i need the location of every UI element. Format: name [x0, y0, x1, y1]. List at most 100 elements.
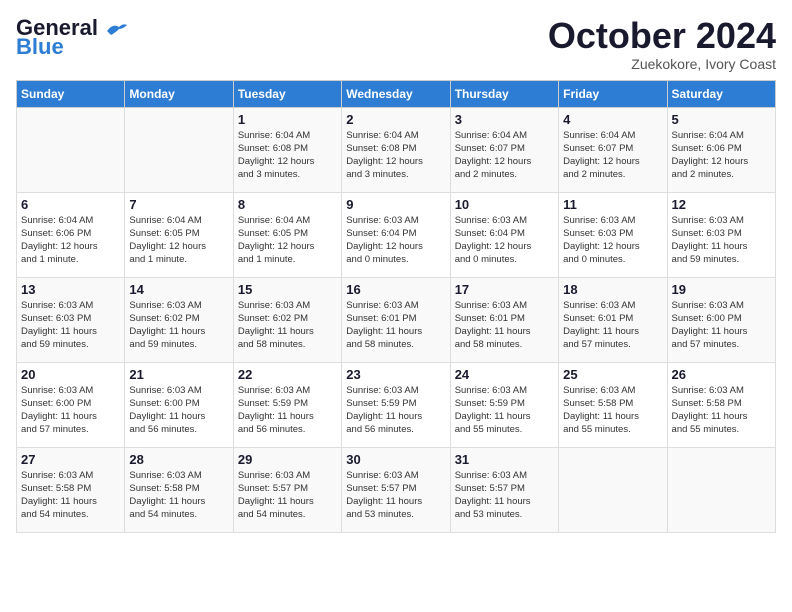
day-info: Sunrise: 6:03 AM Sunset: 5:57 PM Dayligh…: [346, 469, 445, 522]
day-info: Sunrise: 6:03 AM Sunset: 5:58 PM Dayligh…: [672, 384, 771, 437]
calendar-day-cell: 1 Sunrise: 6:04 AM Sunset: 6:08 PM Daylig…: [233, 107, 341, 192]
day-info: Sunrise: 6:03 AM Sunset: 6:04 PM Dayligh…: [346, 214, 445, 267]
calendar-header-cell: Friday: [559, 80, 667, 107]
day-info: Sunrise: 6:03 AM Sunset: 6:01 PM Dayligh…: [346, 299, 445, 352]
day-number: 23: [346, 367, 445, 382]
day-number: 31: [455, 452, 554, 467]
calendar-header-cell: Monday: [125, 80, 233, 107]
day-info: Sunrise: 6:03 AM Sunset: 6:00 PM Dayligh…: [672, 299, 771, 352]
day-info: Sunrise: 6:04 AM Sunset: 6:08 PM Dayligh…: [346, 129, 445, 182]
day-info: Sunrise: 6:03 AM Sunset: 5:58 PM Dayligh…: [21, 469, 120, 522]
calendar-day-cell: 17 Sunrise: 6:03 AM Sunset: 6:01 PM Dayli…: [450, 277, 558, 362]
day-info: Sunrise: 6:03 AM Sunset: 6:04 PM Dayligh…: [455, 214, 554, 267]
day-number: 20: [21, 367, 120, 382]
day-info: Sunrise: 6:04 AM Sunset: 6:06 PM Dayligh…: [21, 214, 120, 267]
day-number: 10: [455, 197, 554, 212]
calendar-day-cell: 2 Sunrise: 6:04 AM Sunset: 6:08 PM Daylig…: [342, 107, 450, 192]
day-info: Sunrise: 6:04 AM Sunset: 6:07 PM Dayligh…: [455, 129, 554, 182]
calendar-day-cell: 15Sunrise: 6:03 AM Sunset: 6:02 PM Dayli…: [233, 277, 341, 362]
day-info: Sunrise: 6:04 AM Sunset: 6:07 PM Dayligh…: [563, 129, 662, 182]
day-number: 4: [563, 112, 662, 127]
day-info: Sunrise: 6:03 AM Sunset: 5:59 PM Dayligh…: [346, 384, 445, 437]
day-number: 5: [672, 112, 771, 127]
calendar-week-row: 20 Sunrise: 6:03 AM Sunset: 6:00 PM Dayli…: [17, 362, 776, 447]
calendar-day-cell: 11Sunrise: 6:03 AM Sunset: 6:03 PM Dayli…: [559, 192, 667, 277]
day-number: 22: [238, 367, 337, 382]
calendar-day-cell: 19Sunrise: 6:03 AM Sunset: 6:00 PM Dayli…: [667, 277, 775, 362]
day-number: 6: [21, 197, 120, 212]
day-number: 16: [346, 282, 445, 297]
day-number: 3: [455, 112, 554, 127]
day-number: 1: [238, 112, 337, 127]
day-number: 18: [563, 282, 662, 297]
day-info: Sunrise: 6:03 AM Sunset: 6:02 PM Dayligh…: [238, 299, 337, 352]
day-info: Sunrise: 6:03 AM Sunset: 6:00 PM Dayligh…: [129, 384, 228, 437]
calendar-day-cell: 7Sunrise: 6:04 AM Sunset: 6:05 PM Daylig…: [125, 192, 233, 277]
calendar-day-cell: 16 Sunrise: 6:03 AM Sunset: 6:01 PM Dayli…: [342, 277, 450, 362]
calendar-header-cell: Sunday: [17, 80, 125, 107]
calendar-day-cell: 5 Sunrise: 6:04 AM Sunset: 6:06 PM Daylig…: [667, 107, 775, 192]
calendar-day-cell: 27 Sunrise: 6:03 AM Sunset: 5:58 PM Dayli…: [17, 447, 125, 532]
day-info: Sunrise: 6:04 AM Sunset: 6:05 PM Dayligh…: [129, 214, 228, 267]
day-info: Sunrise: 6:03 AM Sunset: 5:57 PM Dayligh…: [455, 469, 554, 522]
calendar-day-cell: [667, 447, 775, 532]
calendar-day-cell: 10 Sunrise: 6:03 AM Sunset: 6:04 PM Dayli…: [450, 192, 558, 277]
calendar-day-cell: 4 Sunrise: 6:04 AM Sunset: 6:07 PM Daylig…: [559, 107, 667, 192]
calendar-header-cell: Saturday: [667, 80, 775, 107]
calendar-day-cell: 14Sunrise: 6:03 AM Sunset: 6:02 PM Dayli…: [125, 277, 233, 362]
location-subtitle: Zuekokore, Ivory Coast: [548, 56, 776, 72]
calendar-day-cell: 18 Sunrise: 6:03 AM Sunset: 6:01 PM Dayli…: [559, 277, 667, 362]
calendar-day-cell: 28 Sunrise: 6:03 AM Sunset: 5:58 PM Dayli…: [125, 447, 233, 532]
calendar-day-cell: [559, 447, 667, 532]
day-info: Sunrise: 6:03 AM Sunset: 5:57 PM Dayligh…: [238, 469, 337, 522]
month-title: October 2024: [548, 16, 776, 56]
calendar-table: SundayMondayTuesdayWednesdayThursdayFrid…: [16, 80, 776, 533]
day-info: Sunrise: 6:03 AM Sunset: 6:03 PM Dayligh…: [563, 214, 662, 267]
calendar-day-cell: [17, 107, 125, 192]
calendar-header-cell: Thursday: [450, 80, 558, 107]
calendar-header-row: SundayMondayTuesdayWednesdayThursdayFrid…: [17, 80, 776, 107]
calendar-header-cell: Wednesday: [342, 80, 450, 107]
calendar-day-cell: 24Sunrise: 6:03 AM Sunset: 5:59 PM Dayli…: [450, 362, 558, 447]
day-number: 26: [672, 367, 771, 382]
day-info: Sunrise: 6:03 AM Sunset: 5:58 PM Dayligh…: [129, 469, 228, 522]
logo-bird-icon: [105, 21, 127, 37]
calendar-day-cell: 13 Sunrise: 6:03 AM Sunset: 6:03 PM Dayli…: [17, 277, 125, 362]
day-info: Sunrise: 6:03 AM Sunset: 6:01 PM Dayligh…: [455, 299, 554, 352]
day-info: Sunrise: 6:03 AM Sunset: 6:03 PM Dayligh…: [672, 214, 771, 267]
day-number: 9: [346, 197, 445, 212]
day-number: 12: [672, 197, 771, 212]
calendar-day-cell: 31 Sunrise: 6:03 AM Sunset: 5:57 PM Dayli…: [450, 447, 558, 532]
day-info: Sunrise: 6:04 AM Sunset: 6:06 PM Dayligh…: [672, 129, 771, 182]
calendar-day-cell: 9 Sunrise: 6:03 AM Sunset: 6:04 PM Daylig…: [342, 192, 450, 277]
day-number: 25: [563, 367, 662, 382]
calendar-day-cell: 20Sunrise: 6:03 AM Sunset: 6:00 PM Dayli…: [17, 362, 125, 447]
calendar-day-cell: 22Sunrise: 6:03 AM Sunset: 5:59 PM Dayli…: [233, 362, 341, 447]
day-number: 13: [21, 282, 120, 297]
day-info: Sunrise: 6:04 AM Sunset: 6:05 PM Dayligh…: [238, 214, 337, 267]
day-number: 8: [238, 197, 337, 212]
title-area: October 2024 Zuekokore, Ivory Coast: [548, 16, 776, 72]
day-number: 30: [346, 452, 445, 467]
day-number: 24: [455, 367, 554, 382]
day-number: 27: [21, 452, 120, 467]
day-info: Sunrise: 6:04 AM Sunset: 6:08 PM Dayligh…: [238, 129, 337, 182]
logo-blue: Blue: [16, 36, 64, 58]
calendar-week-row: 13 Sunrise: 6:03 AM Sunset: 6:03 PM Dayli…: [17, 277, 776, 362]
calendar-header-cell: Tuesday: [233, 80, 341, 107]
header: General Blue October 2024 Zuekokore, Ivo…: [16, 16, 776, 72]
logo: General Blue: [16, 16, 127, 58]
day-info: Sunrise: 6:03 AM Sunset: 6:03 PM Dayligh…: [21, 299, 120, 352]
day-number: 17: [455, 282, 554, 297]
calendar-week-row: 1 Sunrise: 6:04 AM Sunset: 6:08 PM Daylig…: [17, 107, 776, 192]
day-number: 14: [129, 282, 228, 297]
calendar-day-cell: [125, 107, 233, 192]
calendar-day-cell: 26 Sunrise: 6:03 AM Sunset: 5:58 PM Dayli…: [667, 362, 775, 447]
day-number: 28: [129, 452, 228, 467]
day-info: Sunrise: 6:03 AM Sunset: 6:01 PM Dayligh…: [563, 299, 662, 352]
calendar-day-cell: 29 Sunrise: 6:03 AM Sunset: 5:57 PM Dayli…: [233, 447, 341, 532]
calendar-day-cell: 21Sunrise: 6:03 AM Sunset: 6:00 PM Dayli…: [125, 362, 233, 447]
day-number: 29: [238, 452, 337, 467]
day-number: 2: [346, 112, 445, 127]
calendar-week-row: 6 Sunrise: 6:04 AM Sunset: 6:06 PM Daylig…: [17, 192, 776, 277]
